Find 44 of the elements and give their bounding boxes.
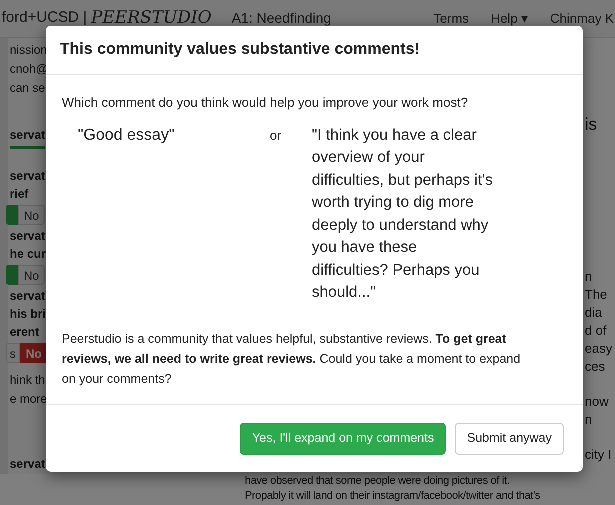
- question-text: erent: [10, 324, 40, 341]
- body-text: Propably it will land on their instagram/facebook/twitter and that's: [245, 489, 542, 504]
- yes-toggle-button[interactable]: s: [6, 343, 20, 363]
- dialog-title: This community values substantive comments!: [60, 40, 420, 60]
- body-text: city I: [585, 446, 613, 464]
- submission-info-text: cnoh@: [10, 61, 48, 78]
- question-text: his bri: [10, 306, 46, 323]
- body-text: have observed that some people were doing pictures of it.: [245, 474, 511, 489]
- body-text: d of: [585, 322, 608, 340]
- no-toggle-button[interactable]: No: [18, 205, 46, 225]
- assignment-link[interactable]: A1: Needfinding: [232, 8, 332, 29]
- body-text: easy: [585, 340, 614, 358]
- question-text: Which comment do you think would help you improve your work most?: [62, 94, 470, 112]
- question-text: servat: [10, 228, 46, 245]
- question-text: servat: [10, 168, 46, 185]
- separator-text: or: [270, 126, 283, 144]
- body-text: n: [585, 268, 594, 286]
- comment-text: hink th: [10, 372, 46, 389]
- body-text: dia: [585, 304, 604, 322]
- body-text: now: [585, 393, 610, 411]
- expand-comments-button[interactable]: Yes, I'll expand on my comments: [240, 422, 446, 454]
- question-text: he cur: [10, 246, 46, 263]
- no-toggle-button[interactable]: No: [20, 343, 48, 363]
- body-text: n: [585, 411, 594, 429]
- detailed-comment-option: "I think you have a clear overview of your difficulties, but perhaps it's worth trying to dig more deeply to understand why you have these difficulties? Perhaps you should...": [312, 124, 495, 304]
- nav-link[interactable]: Chinmay K: [550, 8, 614, 28]
- submit-anyway-button[interactable]: Submit anyway: [455, 422, 564, 454]
- nav-link[interactable]: Terms: [434, 8, 470, 28]
- body-text: ces: [585, 358, 606, 376]
- question-text: rief: [10, 186, 29, 203]
- brand-text: ford+UCSD |: [2, 8, 88, 28]
- question-text: servat: [10, 288, 46, 305]
- submission-info-text: can se: [10, 80, 46, 97]
- yes-toggle-button[interactable]: [6, 205, 18, 225]
- nav-link[interactable]: Help ▾: [491, 8, 528, 28]
- section-heading: servat: [10, 456, 46, 473]
- submission-info-text: nission: [10, 42, 48, 59]
- short-comment-option: "Good essay": [78, 124, 270, 304]
- no-toggle-button[interactable]: No: [18, 265, 46, 285]
- comment-text: e more: [10, 391, 48, 408]
- yes-toggle-button[interactable]: [6, 265, 18, 285]
- message-text: Peerstudio is a community that values helpful, substantive reviews. To get great reviews, we all need to write great reviews. Could you take a moment to expand on your comments?: [62, 330, 522, 388]
- body-text: The: [585, 286, 608, 304]
- heading-text: is: [585, 114, 598, 136]
